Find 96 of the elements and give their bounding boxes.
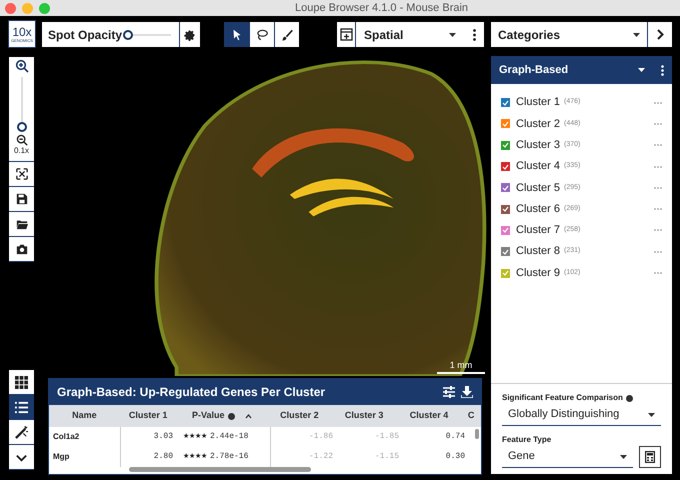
vertical-scrollbar[interactable] — [475, 429, 479, 439]
cluster-name: Cluster 1 — [516, 95, 560, 110]
brush-icon — [280, 28, 294, 42]
spot-opacity-slider[interactable] — [123, 30, 171, 40]
table-cell: -1.85 — [374, 431, 399, 443]
download-icon[interactable] — [461, 386, 473, 398]
gene-name: Mgp — [53, 451, 70, 463]
column-header[interactable]: Name — [72, 409, 97, 423]
caret-icon — [648, 412, 655, 416]
table-cell: -1.15 — [374, 451, 399, 463]
window-add-icon — [340, 28, 352, 41]
cluster-name: Cluster 9 — [516, 266, 560, 281]
view-dropdown[interactable]: Spatial — [356, 22, 464, 47]
comparison-label: Significant Feature Comparison — [502, 392, 623, 404]
sort-ascending-icon[interactable] — [244, 414, 252, 418]
cluster-name: Cluster 5 — [516, 180, 560, 196]
horizontal-scrollbar[interactable] — [129, 467, 311, 472]
zoom-out-icon[interactable] — [16, 134, 28, 146]
caret-icon — [449, 32, 456, 36]
cluster-checkbox[interactable] — [501, 247, 510, 256]
table-title: Graph-Based: Up-Regulated Genes Per Cluster — [57, 384, 326, 401]
more-horizontal-icon[interactable] — [654, 272, 662, 274]
more-horizontal-icon[interactable] — [654, 208, 662, 210]
table-cell: 0.74 — [446, 431, 465, 443]
table-cell: 2.44e-18 — [210, 431, 248, 443]
cluster-checkbox[interactable] — [501, 226, 510, 235]
feature-type-label: Feature Type — [502, 434, 552, 446]
zoom-reading: 0.1x — [14, 146, 30, 155]
calculator-icon — [645, 451, 655, 463]
add-view-button[interactable] — [337, 22, 356, 47]
table-cell: 2.80 — [154, 451, 173, 463]
column-header[interactable]: Cluster 2 — [280, 409, 319, 423]
column-header[interactable]: Cluster 4 — [410, 409, 448, 423]
cluster-checkbox[interactable] — [501, 98, 510, 108]
more-vertical-icon — [472, 28, 476, 40]
cluster-checkbox[interactable] — [501, 162, 510, 172]
cluster-name: Cluster 6 — [516, 202, 560, 217]
expand-icon — [16, 168, 28, 180]
cluster-name: Cluster 4 — [516, 159, 560, 174]
sliders-icon[interactable] — [443, 386, 455, 398]
view-mode-button[interactable] — [9, 395, 34, 420]
caret-icon — [633, 32, 640, 36]
cluster-checkbox[interactable] — [501, 204, 510, 214]
more-horizontal-icon[interactable] — [654, 166, 662, 168]
lasso-icon — [255, 28, 269, 42]
cluster-checkbox[interactable] — [501, 140, 510, 150]
grid-icon — [15, 376, 28, 388]
cluster-name: Cluster 8 — [516, 244, 560, 260]
column-header[interactable]: C — [468, 409, 474, 423]
table-cell: 2.78e-16 — [210, 451, 248, 463]
table-cell: 0.30 — [446, 451, 465, 463]
caret-icon[interactable] — [638, 68, 645, 72]
collapse-panel-button[interactable] — [648, 22, 672, 47]
table-cell: 3.03 — [154, 431, 173, 443]
comparison-dropdown[interactable]: Globally Distinguishing — [502, 404, 661, 426]
save-icon — [16, 193, 28, 205]
tool-button[interactable] — [274, 22, 299, 47]
more-vertical-icon[interactable] — [661, 64, 664, 76]
tool-button[interactable] — [224, 22, 249, 47]
zoom-slider[interactable] — [16, 77, 26, 132]
categories-dropdown[interactable]: Categories — [491, 22, 648, 47]
cluster-name: Cluster 2 — [516, 116, 560, 132]
more-horizontal-icon[interactable] — [654, 122, 662, 125]
scale-bar-label: 1 mm — [450, 360, 472, 370]
zoom-in-icon[interactable] — [14, 59, 28, 73]
more-options-button[interactable] — [464, 22, 484, 47]
cluster-checkbox[interactable] — [501, 268, 510, 278]
settings-icon — [184, 28, 196, 40]
more-horizontal-icon[interactable] — [654, 229, 662, 232]
feature-type-dropdown[interactable]: Gene — [502, 446, 633, 468]
more-horizontal-icon[interactable] — [654, 144, 662, 146]
logo-text: 10x — [12, 26, 32, 38]
more-horizontal-icon[interactable] — [654, 250, 662, 253]
table-cell: -1.86 — [308, 431, 333, 443]
table-cell: -1.22 — [308, 451, 333, 463]
chevron-right-icon — [656, 29, 664, 40]
gene-name: Col1a2 — [53, 431, 80, 443]
scale-bar — [437, 372, 485, 374]
camera-icon — [16, 243, 28, 255]
more-horizontal-icon[interactable] — [654, 102, 662, 104]
caret-icon — [620, 454, 627, 458]
column-header[interactable]: P-Value — [192, 409, 225, 423]
cluster-checkbox[interactable] — [501, 183, 510, 192]
magic-wand-icon — [15, 426, 28, 438]
tool-button[interactable] — [249, 22, 274, 47]
spot-opacity-label: Spot Opacity — [47, 26, 122, 44]
window-title: Loupe Browser 4.1.0 - Mouse Brain — [295, 0, 468, 16]
list-icon — [15, 400, 28, 414]
cluster-name: Cluster 7 — [516, 223, 560, 238]
cluster-name: Cluster 3 — [516, 138, 560, 153]
folder-icon — [16, 218, 28, 230]
more-horizontal-icon[interactable] — [654, 186, 662, 189]
cluster-checkbox[interactable] — [501, 119, 510, 128]
column-header[interactable]: Cluster 1 — [128, 409, 168, 423]
column-header[interactable]: Cluster 3 — [344, 409, 384, 423]
calculator-button[interactable] — [639, 446, 661, 468]
